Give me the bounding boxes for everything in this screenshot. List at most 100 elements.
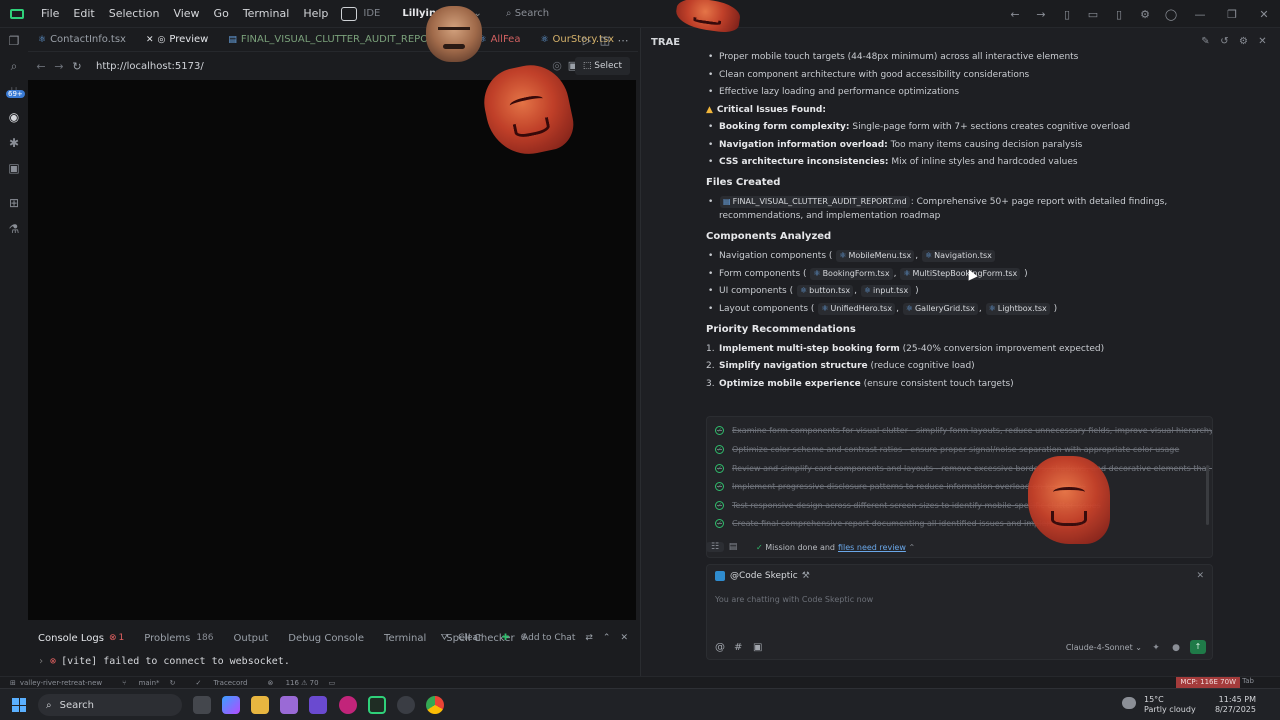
reload-icon[interactable]: ↻ xyxy=(68,60,86,73)
trae-app-icon[interactable] xyxy=(368,696,386,714)
send-button[interactable]: ↑ xyxy=(1190,640,1206,654)
tab-contactinfo[interactable]: ⚛ ContactInfo.tsx xyxy=(28,28,136,52)
ide-mode-toggle[interactable]: IDE xyxy=(341,6,380,21)
mcp-status-badge[interactable]: MCP: 116E 70W xyxy=(1176,677,1240,688)
layout-right-icon[interactable]: ▯ xyxy=(1106,8,1132,21)
close-agent-icon[interactable]: ✕ xyxy=(1196,571,1204,581)
close-tab-icon[interactable]: ✕ xyxy=(146,35,154,45)
menu-terminal[interactable]: Terminal xyxy=(236,7,297,20)
tab-problems[interactable]: Problems 186 xyxy=(134,633,223,644)
command-search[interactable]: ⌕ Search xyxy=(506,8,549,19)
file-chip[interactable]: ⚛ Navigation.tsx xyxy=(921,250,995,262)
task-scrollbar[interactable] xyxy=(1206,465,1209,525)
filter-icon[interactable]: ⛛ xyxy=(441,633,449,643)
task-view-icon[interactable] xyxy=(193,696,211,714)
file-chip[interactable]: ▤ FINAL_VISUAL_CLUTTER_AUDIT_REPORT.md xyxy=(720,196,910,208)
close-icon[interactable]: ✕ xyxy=(1253,36,1272,47)
layout-sidebar-icon[interactable]: ▯ xyxy=(1054,8,1080,21)
task-item[interactable]: ✓ Review and simplify card components and… xyxy=(715,461,1212,475)
file-chip[interactable]: ⚛ UnifiedHero.tsx xyxy=(818,302,896,315)
preview-eye-icon[interactable]: ◉ xyxy=(7,110,21,124)
more-icon[interactable]: ⋯ xyxy=(614,34,632,47)
model-selector[interactable]: Claude-4-Sonnet ⌄ xyxy=(1066,643,1142,652)
task-item[interactable]: ✓ Examine form components for visual clut… xyxy=(715,423,1212,437)
app-icon[interactable] xyxy=(280,696,298,714)
task-item[interactable]: ✓ Optimize color scheme and contrast rati… xyxy=(715,442,1179,456)
menu-file[interactable]: File xyxy=(34,7,66,20)
add-to-chat-button[interactable]: ✚ Add to Chat xyxy=(492,633,576,643)
maximize-panel-icon[interactable]: ⌃ xyxy=(603,633,611,643)
history-icon[interactable]: ↺ xyxy=(1215,36,1234,47)
settings-gear-icon[interactable]: ⚙ xyxy=(1234,36,1253,47)
split-editor-icon[interactable]: ◫ xyxy=(596,34,614,47)
back-arrow-icon[interactable]: ← xyxy=(1002,8,1028,21)
back-arrow-icon[interactable]: ← xyxy=(32,60,50,73)
clear-button[interactable]: Clear xyxy=(458,633,482,643)
extensions-icon[interactable]: ⊞ xyxy=(7,196,21,210)
app-icon[interactable] xyxy=(309,696,327,714)
tracecord-item[interactable]: ✓ Tracecord xyxy=(185,679,247,687)
branch-item[interactable]: ⑂ main* xyxy=(112,679,159,687)
image-attach-icon[interactable]: ▣ xyxy=(753,642,772,653)
menu-view[interactable]: View xyxy=(166,7,206,20)
account-icon[interactable]: ◯ xyxy=(1158,8,1184,21)
menu-go[interactable]: Go xyxy=(207,7,236,20)
problems-item[interactable]: ⊗ 116 ⚠ 70 xyxy=(257,679,318,687)
select-element-button[interactable]: ⬚ Select xyxy=(574,57,630,75)
document-icon[interactable]: ▤ xyxy=(724,542,742,552)
remote-icon[interactable]: ▣ xyxy=(7,161,21,175)
close-panel-icon[interactable]: ✕ xyxy=(620,633,628,643)
run-icon[interactable]: ▷ xyxy=(578,34,596,47)
menu-selection[interactable]: Selection xyxy=(102,7,167,20)
forward-arrow-icon[interactable]: → xyxy=(1028,8,1054,21)
file-chip[interactable]: ⚛ MultiStepBookingForm.tsx xyxy=(900,267,1021,280)
restore-icon[interactable]: ❐ xyxy=(1216,8,1248,21)
hash-icon[interactable]: # xyxy=(734,642,753,653)
mention-icon[interactable]: @ xyxy=(715,642,734,653)
testing-flask-icon[interactable]: ⚗ xyxy=(7,222,21,236)
forward-arrow-icon[interactable]: → xyxy=(50,60,68,73)
app-icon[interactable] xyxy=(397,696,415,714)
file-chip[interactable]: ⚛ MobileMenu.tsx xyxy=(836,250,915,262)
files-review-link[interactable]: files need review xyxy=(838,543,906,552)
sparkle-icon[interactable]: ✦ xyxy=(1146,643,1166,653)
new-chat-icon[interactable]: ✎ xyxy=(1196,36,1215,47)
tab-output[interactable]: Output xyxy=(224,633,279,644)
preview-viewport[interactable] xyxy=(28,80,636,620)
file-chip[interactable]: ⚛ Lightbox.tsx xyxy=(985,302,1050,315)
settings-gear-icon[interactable]: ⚙ xyxy=(1132,8,1158,21)
microphone-icon[interactable]: ● xyxy=(1166,643,1186,653)
menu-help[interactable]: Help xyxy=(296,7,335,20)
debug-icon[interactable]: ✱ xyxy=(7,136,21,150)
tab-preview[interactable]: ✕ ◎ Preview xyxy=(136,28,218,52)
chrome-icon[interactable] xyxy=(426,696,444,714)
tab-console-logs[interactable]: Console Logs ⊗ 1 xyxy=(28,633,134,644)
agent-tag[interactable]: @Code Skeptic ⚒ xyxy=(715,571,810,581)
tab-debug-console[interactable]: Debug Console xyxy=(278,633,374,644)
keyboard-icon[interactable]: ▭ xyxy=(329,679,336,687)
search-icon[interactable]: ⌕ xyxy=(7,59,21,73)
copilot-icon[interactable] xyxy=(222,696,240,714)
app-icon[interactable] xyxy=(339,696,357,714)
chevron-up-icon[interactable]: ⌃ xyxy=(908,543,915,552)
file-chip[interactable]: ⚛ input.tsx xyxy=(860,285,912,297)
console-log-entry[interactable]: › ⊗ [vite] failed to connect to websocke… xyxy=(38,656,290,667)
chat-input[interactable]: You are chatting with Code Skeptic now xyxy=(715,595,873,604)
windows-start-icon[interactable] xyxy=(12,698,26,712)
file-explorer-icon[interactable] xyxy=(251,696,269,714)
explorer-icon[interactable]: ❐ xyxy=(7,34,21,48)
menu-edit[interactable]: Edit xyxy=(66,7,101,20)
taskbar-search[interactable]: ⌕ Search xyxy=(38,694,182,716)
wrap-icon[interactable]: ⇄ xyxy=(585,633,593,643)
file-chip[interactable]: ⚛ button.tsx xyxy=(796,285,854,297)
close-window-icon[interactable]: ✕ xyxy=(1248,8,1280,21)
tab-terminal[interactable]: Terminal xyxy=(374,633,436,644)
system-clock[interactable]: 11:45 PM 8/27/2025 xyxy=(1215,695,1256,715)
url-input[interactable]: http://localhost:5173/ xyxy=(96,61,204,72)
task-list-icon[interactable]: ☷ xyxy=(706,542,724,552)
file-chip[interactable]: ⚛ GalleryGrid.tsx xyxy=(902,302,978,315)
weather-widget[interactable]: 15°C Partly cloudy xyxy=(1122,695,1196,715)
sync-icon[interactable]: ↻ xyxy=(170,679,176,687)
minimize-icon[interactable]: — xyxy=(1184,8,1216,21)
layout-panel-icon[interactable]: ▭ xyxy=(1080,8,1106,21)
